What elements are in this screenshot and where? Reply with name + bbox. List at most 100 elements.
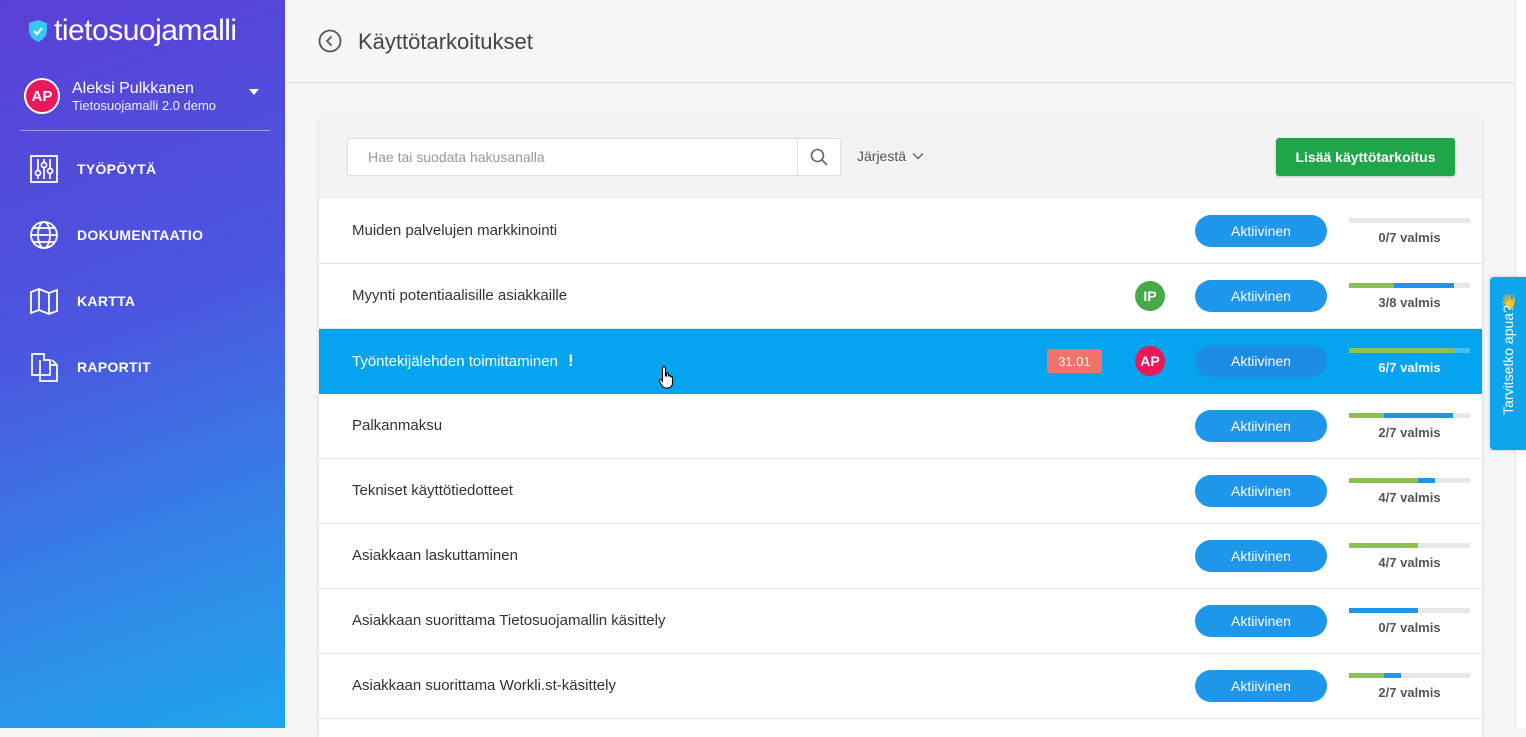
status-button[interactable]: Aktiivinen xyxy=(1195,280,1327,312)
purpose-title-text: Myynti potentiaalisille asiakkaille xyxy=(352,287,568,304)
hand-cursor-icon xyxy=(658,365,674,389)
map-icon xyxy=(30,288,58,315)
back-arrow-icon[interactable] xyxy=(318,29,342,53)
nav-item-dokumentaatio[interactable]: DOKUMENTAATIO xyxy=(28,215,203,255)
progress-fill-green xyxy=(1349,673,1384,678)
help-tab[interactable]: 👋 Tarvitsetko apua? xyxy=(1490,277,1526,450)
progress-fill-blue xyxy=(1394,283,1454,288)
assignee-avatar[interactable]: IP xyxy=(1135,281,1165,311)
status-button[interactable]: Aktiivinen xyxy=(1195,540,1327,572)
status-button[interactable]: Aktiivinen xyxy=(1195,410,1327,442)
brand-name: tietosuojamalli xyxy=(54,14,237,47)
page-header: Käyttötarkoitukset xyxy=(285,0,1515,83)
nav-label: RAPORTIT xyxy=(77,359,151,375)
progress-fill-blue xyxy=(1349,608,1418,613)
purpose-title: Työntekijälehden toimittaminen! xyxy=(352,329,574,394)
list-item[interactable]: Asiakkaan laskuttaminen Aktiivinen 4/7 val… xyxy=(319,524,1482,589)
progress-bar xyxy=(1349,478,1470,483)
progress-fill-green xyxy=(1349,348,1453,353)
progress-bar xyxy=(1349,283,1470,288)
status-button[interactable]: Aktiivinen xyxy=(1195,605,1327,637)
progress-fill-green xyxy=(1349,478,1418,483)
chevron-down-icon xyxy=(912,153,924,160)
progress-label: 3/8 valmis xyxy=(1378,295,1441,310)
documents-icon xyxy=(31,353,58,382)
assignee-avatar[interactable]: AP xyxy=(1135,346,1165,376)
sort-dropdown[interactable]: Järjestä xyxy=(857,148,924,164)
purpose-title: Muiden palvelujen markkinointi xyxy=(352,199,557,263)
list-item[interactable]: Asiakkaan suorittama Tietosuojamallin kä… xyxy=(319,589,1482,654)
toolbar: Järjestä Lisää käyttötarkoitus xyxy=(319,117,1482,200)
list-item[interactable]: Myynti potentiaalisille asiakkaille IP Akt… xyxy=(319,264,1482,329)
help-label: Tarvitsetko apua? xyxy=(1500,305,1516,415)
search-box xyxy=(347,138,841,176)
progress-label: 2/7 valmis xyxy=(1378,685,1441,700)
search-icon xyxy=(810,148,828,166)
nav-item-kartta[interactable]: KARTTA xyxy=(28,281,135,321)
purpose-title-text: Asiakkaan suorittama Workli.st-käsittely xyxy=(352,677,616,694)
list-item[interactable]: Työntekijälehden toimittaminen! 31.01 AP Ak… xyxy=(319,329,1482,394)
progress-fill-green xyxy=(1349,413,1384,418)
warning-icon: ! xyxy=(567,351,574,370)
purpose-title: Myynti potentiaalisille asiakkaille xyxy=(352,264,567,328)
add-purpose-button[interactable]: Lisää käyttötarkoitus xyxy=(1276,138,1455,176)
purpose-title-text: Työntekijälehden toimittaminen xyxy=(352,353,558,370)
status-button[interactable]: Aktiivinen xyxy=(1195,670,1327,702)
list-item[interactable]: Palkanmaksu Aktiivinen 2/7 valmis xyxy=(319,394,1482,459)
progress-bar xyxy=(1349,218,1470,223)
progress-bar xyxy=(1349,673,1470,678)
user-organization: Tietosuojamalli 2.0 demo xyxy=(72,97,217,113)
purpose-title-text: Asiakkaan laskuttaminen xyxy=(352,547,518,564)
purpose-title-text: Tekniset käyttötiedotteet xyxy=(352,482,513,499)
progress-label: 4/7 valmis xyxy=(1378,555,1441,570)
sidebar-divider xyxy=(20,130,270,131)
nav-label: TYÖPÖYTÄ xyxy=(77,161,157,177)
progress-fill-blue xyxy=(1418,478,1435,483)
progress-fill-green xyxy=(1349,543,1418,548)
purpose-title: Asiakkaan suorittama Workli.st-käsittely xyxy=(352,654,616,718)
shield-icon xyxy=(29,20,47,42)
nav-label: KARTTA xyxy=(77,293,136,309)
sliders-icon xyxy=(30,155,58,183)
purpose-title-text: Palkanmaksu xyxy=(352,417,443,434)
user-menu[interactable]: AP Aleksi Pulkkanen Tietosuojamalli 2.0 … xyxy=(24,76,269,116)
purpose-title-text: Muiden palvelujen markkinointi xyxy=(352,222,558,239)
progress-label: 2/7 valmis xyxy=(1378,425,1441,440)
list-item[interactable]: Muiden palvelujen markkinointi Aktiivinen… xyxy=(319,199,1482,264)
sort-label: Järjestä xyxy=(857,148,907,164)
purpose-title: Asiakkaan suorittama Tietosuojamallin kä… xyxy=(352,589,665,653)
nav-label: DOKUMENTAATIO xyxy=(77,227,204,243)
progress-label: 0/7 valmis xyxy=(1378,230,1441,245)
purpose-title: Asiakkaan laskuttaminen xyxy=(352,524,518,588)
progress-fill-blue xyxy=(1384,413,1453,418)
status-button[interactable]: Aktiivinen xyxy=(1195,215,1327,247)
progress-fill-blue xyxy=(1384,673,1401,678)
nav-item-raportit[interactable]: RAPORTIT xyxy=(28,347,151,387)
purpose-title: Tekniset käyttötiedotteet xyxy=(352,459,513,523)
status-button[interactable]: Aktiivinen xyxy=(1195,475,1327,507)
sidebar: tietosuojamalli AP Aleksi Pulkkanen Tiet… xyxy=(0,0,285,728)
purposes-card: Järjestä Lisää käyttötarkoitus Muiden pa… xyxy=(319,117,1482,737)
page-title: Käyttötarkoitukset xyxy=(358,29,533,54)
progress-label: 0/7 valmis xyxy=(1378,620,1441,635)
search-input[interactable] xyxy=(348,139,808,175)
due-date-badge: 31.01 xyxy=(1047,349,1102,373)
status-button[interactable]: Aktiivinen xyxy=(1195,345,1327,377)
purpose-title-text: Asiakkaan suorittama Tietosuojamallin kä… xyxy=(352,612,666,629)
progress-bar xyxy=(1349,413,1470,418)
globe-icon xyxy=(30,221,58,249)
nav-item-tyopoyta[interactable]: TYÖPÖYTÄ xyxy=(28,149,156,189)
list-item[interactable]: Asiakkaan suorittama Workli.st-käsittely… xyxy=(319,654,1482,719)
progress-bar xyxy=(1349,543,1470,548)
caret-down-icon xyxy=(249,89,259,95)
list-item[interactable]: Tekniset käyttötiedotteet Aktiivinen 4/7 v… xyxy=(319,459,1482,524)
progress-label: 6/7 valmis xyxy=(1378,360,1441,375)
purpose-title: Palkanmaksu xyxy=(352,394,442,458)
progress-bar xyxy=(1349,608,1470,613)
progress-label: 4/7 valmis xyxy=(1378,490,1441,505)
user-name: Aleksi Pulkkanen xyxy=(72,79,194,97)
avatar: AP xyxy=(24,78,60,114)
brand-logo[interactable]: tietosuojamalli xyxy=(28,14,237,48)
search-button[interactable] xyxy=(797,139,840,175)
progress-fill-green xyxy=(1349,283,1394,288)
